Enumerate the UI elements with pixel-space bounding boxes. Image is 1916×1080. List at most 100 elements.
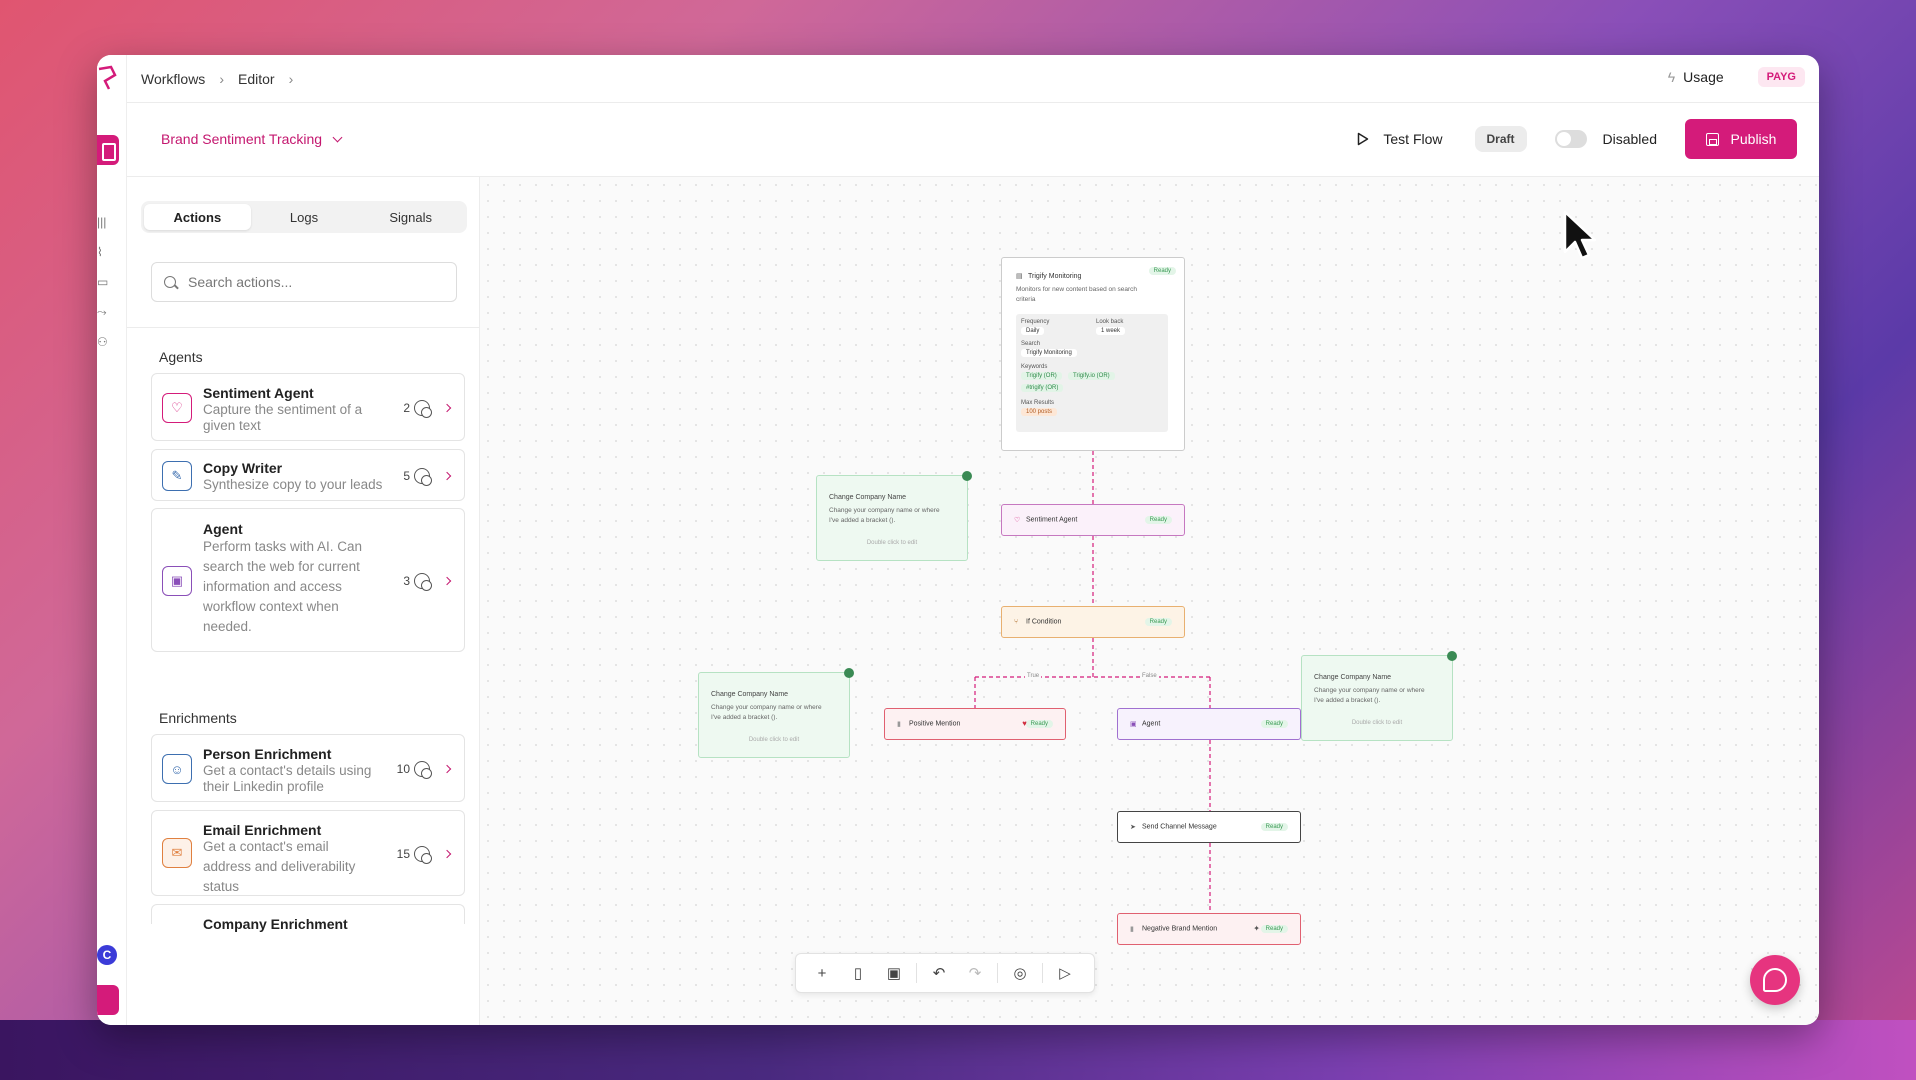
keyword-tag: Trigify.io (OR) bbox=[1068, 372, 1115, 380]
trigger-title: Trigify Monitoring bbox=[1028, 273, 1082, 280]
sticky-note[interactable]: Change Company Name Change your company … bbox=[816, 471, 972, 561]
chevron-right-icon bbox=[442, 576, 452, 586]
undo-icon[interactable]: ↶ bbox=[921, 959, 957, 987]
panel-tabs: Actions Logs Signals bbox=[141, 201, 467, 233]
action-card-copy-writer[interactable]: ✎ Copy Writer Synthesize copy to your le… bbox=[151, 449, 465, 501]
breadcrumb-separator-icon: › bbox=[219, 70, 224, 87]
emoji-icon: ✦ bbox=[1253, 924, 1260, 933]
tab-actions[interactable]: Actions bbox=[144, 204, 251, 230]
card-desc: Synthesize copy to your leads bbox=[203, 477, 383, 492]
plan-badge: PAYG bbox=[1757, 67, 1805, 87]
sticky-note[interactable]: Change Company Name Change your company … bbox=[698, 668, 854, 758]
message-nav-icon[interactable]: ▭ bbox=[97, 275, 115, 289]
user-avatar-icon[interactable] bbox=[97, 985, 119, 1015]
user-nav-icon[interactable]: ⚇ bbox=[97, 335, 115, 349]
action-card-person-enrichment[interactable]: ☺ Person Enrichment Get a contact's deta… bbox=[151, 734, 465, 802]
config-label: Frequency bbox=[1021, 319, 1050, 325]
pen-icon: ✎ bbox=[162, 461, 192, 491]
robot-icon: ▣ bbox=[162, 566, 192, 596]
keyword-tag: Trigify (OR) bbox=[1021, 372, 1062, 380]
card-desc: given text bbox=[203, 418, 261, 433]
node-title: If Condition bbox=[1026, 618, 1062, 626]
chat-support-icon[interactable] bbox=[1750, 955, 1800, 1005]
status-badge: Ready bbox=[1144, 618, 1172, 626]
trigger-config: Frequency Daily Look back 1 week Search … bbox=[1016, 314, 1168, 432]
note-hint: Double click to edit bbox=[748, 737, 800, 743]
test-flow-button[interactable]: Test Flow bbox=[1357, 131, 1443, 147]
tab-signals[interactable]: Signals bbox=[357, 204, 464, 230]
action-card-sentiment-agent[interactable]: ♡ Sentiment Agent Capture the sentiment … bbox=[151, 373, 465, 441]
action-card-agent[interactable]: ▣ Agent Perform tasks with AI. Can searc… bbox=[151, 508, 465, 652]
card-desc: status bbox=[203, 879, 240, 894]
node-title: Send Channel Message bbox=[1142, 823, 1217, 831]
node-if-condition[interactable]: ⑂ If Condition Ready bbox=[1001, 606, 1185, 638]
add-icon[interactable]: + bbox=[804, 959, 840, 987]
enable-toggle[interactable] bbox=[1554, 130, 1587, 148]
workflow-header: Brand Sentiment Tracking Test Flow Draft… bbox=[127, 103, 1819, 177]
toolbar-divider bbox=[916, 963, 917, 983]
note-title: Change Company Name bbox=[829, 494, 907, 501]
chart-icon: ▮ bbox=[897, 721, 901, 728]
actions-panel: Actions Logs Signals Agents ♡ Sentiment … bbox=[127, 177, 480, 1025]
save-icon bbox=[1705, 132, 1719, 146]
waveform-nav-icon[interactable]: ||| bbox=[97, 215, 115, 229]
card-title: Agent bbox=[203, 521, 243, 537]
breadcrumb-editor[interactable]: Editor bbox=[238, 71, 275, 87]
note-handle[interactable] bbox=[1447, 651, 1457, 661]
workflow-selector[interactable]: Brand Sentiment Tracking bbox=[161, 131, 343, 147]
route-nav-icon[interactable]: ⤳ bbox=[97, 305, 115, 319]
status-badge: Ready bbox=[1260, 823, 1288, 831]
redo-icon[interactable]: ↷ bbox=[957, 959, 993, 987]
status-badge: Ready bbox=[1260, 925, 1288, 933]
search-icon bbox=[164, 276, 176, 288]
node-send-channel-message[interactable]: ➤ Send Channel Message Ready bbox=[1117, 811, 1301, 843]
trigger-desc: Monitors for new content based on search bbox=[1016, 286, 1138, 293]
workflow-name: Brand Sentiment Tracking bbox=[161, 131, 323, 147]
card-desc: information and access bbox=[203, 579, 342, 594]
save-icon[interactable]: ▣ bbox=[876, 959, 912, 987]
usage-button[interactable]: ϟ Usage bbox=[1668, 69, 1724, 85]
card-desc: workflow context when bbox=[203, 599, 339, 614]
action-card-email-enrichment[interactable]: ✉ Email Enrichment Get a contact's email… bbox=[151, 810, 465, 896]
tab-logs[interactable]: Logs bbox=[251, 204, 358, 230]
card-title: Person Enrichment bbox=[203, 746, 332, 762]
workflow-nav-icon[interactable]: ⌇ bbox=[97, 245, 115, 259]
workflow-canvas[interactable]: True False ▤ Trigify Monitoring Ready Mo… bbox=[480, 177, 1819, 1025]
note-text-line: I've added a bracket (). bbox=[711, 714, 778, 721]
credit-count: 10 bbox=[396, 762, 410, 776]
node-negative-brand-mention[interactable]: ▮ Negative Brand Mention ✦ Ready bbox=[1117, 913, 1301, 945]
note-icon[interactable]: ▯ bbox=[840, 959, 876, 987]
node-sentiment-agent[interactable]: ♡ Sentiment Agent Ready bbox=[1001, 504, 1185, 536]
app-logo-icon[interactable] bbox=[97, 65, 119, 91]
sticky-note[interactable]: Change Company Name Change your company … bbox=[1301, 651, 1457, 741]
heart-icon: ♡ bbox=[1014, 517, 1021, 524]
node-title: Sentiment Agent bbox=[1026, 516, 1078, 524]
edge-label-true: True bbox=[1025, 673, 1042, 679]
node-positive-mention[interactable]: ▮ Positive Mention ♥ Ready bbox=[884, 708, 1066, 740]
note-text-line: I've added a bracket (). bbox=[1314, 697, 1381, 704]
credit-count: 15 bbox=[396, 847, 410, 861]
credit-count: 5 bbox=[403, 469, 410, 483]
trigger-node[interactable]: ▤ Trigify Monitoring Ready Monitors for … bbox=[1001, 257, 1185, 451]
card-desc: search the web for current bbox=[203, 559, 360, 574]
note-handle[interactable] bbox=[962, 471, 972, 481]
note-handle[interactable] bbox=[844, 668, 854, 678]
card-desc: their Linkedin profile bbox=[203, 779, 324, 794]
node-agent[interactable]: ▣ Agent Ready bbox=[1117, 708, 1301, 740]
search-input[interactable] bbox=[188, 274, 428, 290]
toolbar-divider bbox=[997, 963, 998, 983]
left-rail: ||| ⌇ ▭ ⤳ ⚇ C bbox=[97, 55, 127, 1025]
c-icon[interactable]: C bbox=[97, 945, 117, 965]
target-icon[interactable]: ◎ bbox=[1002, 959, 1038, 987]
card-desc: address and deliverability bbox=[203, 859, 356, 874]
action-card-company-enrichment[interactable]: Company Enrichment bbox=[151, 904, 465, 932]
play-icon[interactable]: ▷ bbox=[1047, 959, 1083, 987]
publish-button[interactable]: Publish bbox=[1685, 119, 1797, 159]
breadcrumb-workflows[interactable]: Workflows bbox=[141, 71, 205, 87]
config-label: Keywords bbox=[1021, 364, 1048, 370]
config-value: 1 week bbox=[1096, 327, 1126, 335]
monitor-icon: ▤ bbox=[1016, 273, 1023, 280]
desktop-background bbox=[0, 1020, 1916, 1080]
keyword-tag: #trigify (OR) bbox=[1021, 384, 1064, 392]
home-nav-icon[interactable] bbox=[97, 135, 119, 165]
